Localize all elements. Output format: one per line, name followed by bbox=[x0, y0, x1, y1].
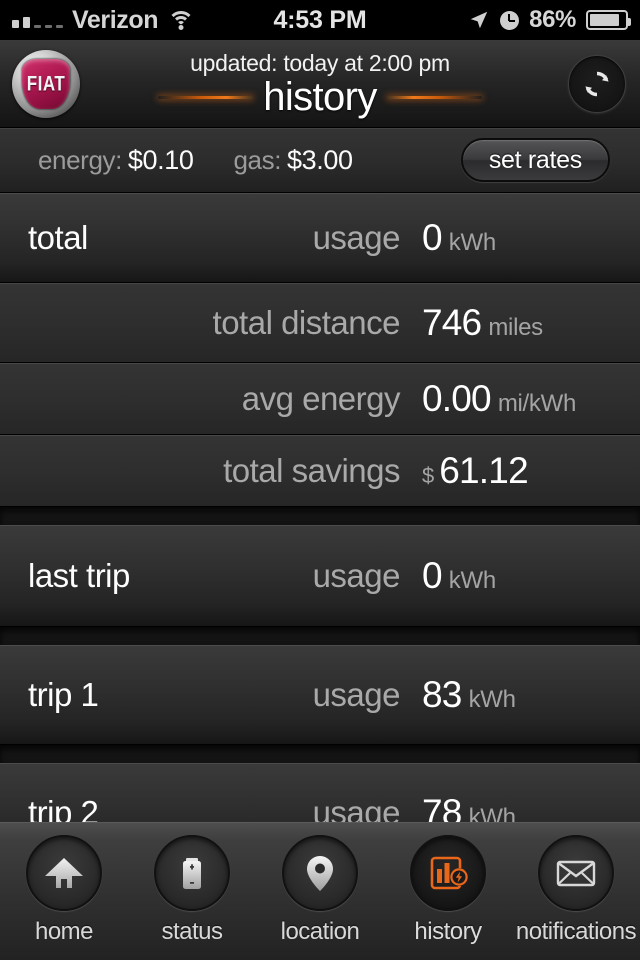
row-value: 78 kWh bbox=[400, 792, 640, 822]
value-unit: miles bbox=[488, 314, 543, 341]
navigation-bar: FIAT updated: today at 2:00 pm history bbox=[0, 40, 640, 128]
tab-label: status bbox=[161, 918, 223, 945]
row-value: 0.00 mi/kWh bbox=[400, 378, 640, 420]
fiat-logo: FIAT bbox=[12, 49, 80, 118]
section-gap bbox=[0, 745, 640, 763]
last-updated-label: updated: today at 2:00 pm bbox=[190, 50, 450, 76]
value-unit: mi/kWh bbox=[497, 390, 577, 417]
value-number: 0.00 bbox=[422, 378, 492, 419]
battery-percent-label: 86% bbox=[529, 6, 576, 33]
value-unit: kWh bbox=[468, 686, 516, 713]
refresh-button[interactable] bbox=[568, 54, 626, 113]
battery-icon bbox=[586, 10, 631, 30]
gas-rate-label: gas: bbox=[233, 144, 282, 175]
carrier-name: Verizon bbox=[72, 5, 159, 34]
row-value: 83 kWh bbox=[400, 674, 640, 716]
refresh-icon bbox=[585, 71, 609, 96]
row-metric-label: usage bbox=[312, 676, 401, 713]
set-rates-button[interactable]: set rates bbox=[460, 138, 610, 182]
battery-icon bbox=[154, 835, 230, 911]
value-unit: kWh bbox=[448, 229, 496, 256]
tab-label: location bbox=[280, 918, 360, 945]
tab-bar: home status location history notifications bbox=[0, 822, 640, 960]
fiat-logo-text: FIAT bbox=[26, 71, 66, 95]
history-row[interactable]: trip 2 usage 78 kWh bbox=[0, 763, 640, 822]
row-metric-label: usage bbox=[312, 557, 401, 594]
currency-symbol: $ bbox=[422, 463, 435, 488]
history-row[interactable]: last trip usage 0 kWh bbox=[0, 525, 640, 627]
row-metric-label: usage bbox=[312, 219, 401, 256]
history-list[interactable]: total usage 0 kWh total distance 746 miles avg … bbox=[0, 193, 640, 822]
energy-rate-value: $0.10 bbox=[127, 144, 194, 175]
tab-history[interactable]: history bbox=[384, 835, 512, 946]
section-gap bbox=[0, 627, 640, 645]
location-arrow-icon bbox=[470, 11, 488, 29]
status-bar-left: Verizon bbox=[12, 5, 195, 35]
status-bar-right: 86% bbox=[468, 6, 631, 34]
section-gap bbox=[0, 507, 640, 525]
value-unit: kWh bbox=[448, 567, 496, 594]
tab-status[interactable]: status bbox=[128, 835, 256, 946]
history-row[interactable]: total distance 746 miles bbox=[0, 283, 640, 363]
tab-notifications[interactable]: notifications bbox=[512, 835, 640, 946]
map-pin-icon bbox=[282, 835, 358, 911]
history-row[interactable]: avg energy 0.00 mi/kWh bbox=[0, 363, 640, 435]
tab-label: history bbox=[414, 918, 482, 945]
rates-bar: energy: $0.10 gas: $3.00 set rates bbox=[0, 128, 640, 193]
row-metric-label: total distance bbox=[212, 304, 401, 341]
title-rule-left bbox=[158, 95, 254, 99]
energy-rate: energy: $0.10 bbox=[38, 145, 194, 176]
history-row[interactable]: total savings $61.12 bbox=[0, 435, 640, 507]
page-title: history bbox=[263, 75, 377, 119]
energy-rate-label: energy: bbox=[38, 144, 122, 175]
tab-location[interactable]: location bbox=[256, 835, 384, 946]
tab-label: notifications bbox=[515, 918, 637, 945]
wifi-icon bbox=[167, 10, 195, 30]
alarm-clock-icon bbox=[500, 10, 520, 30]
tab-home[interactable]: home bbox=[0, 835, 128, 946]
row-value: 0 kWh bbox=[400, 217, 640, 259]
value-number: 78 bbox=[422, 792, 462, 822]
bar-chart-bolt-icon bbox=[410, 835, 486, 911]
signal-strength-icon bbox=[12, 12, 63, 28]
row-metric-label: avg energy bbox=[241, 380, 401, 417]
status-bar: Verizon 4:53 PM 86% bbox=[0, 0, 640, 40]
value-number: 0 bbox=[422, 555, 443, 596]
tab-label: home bbox=[34, 918, 94, 945]
navigation-title-block: updated: today at 2:00 pm history bbox=[0, 50, 640, 117]
row-value: 0 kWh bbox=[400, 555, 640, 597]
value-number: 83 bbox=[422, 674, 462, 715]
row-metric-label: total savings bbox=[223, 452, 400, 489]
value-number: 0 bbox=[422, 217, 443, 258]
row-value: 746 miles bbox=[400, 302, 640, 344]
value-number: 746 bbox=[422, 302, 482, 343]
home-icon bbox=[26, 835, 102, 911]
gas-rate: gas: $3.00 bbox=[233, 144, 354, 176]
value-unit: kWh bbox=[468, 804, 516, 822]
title-rule-right bbox=[386, 95, 482, 99]
envelope-icon bbox=[538, 835, 614, 911]
app-screen: Verizon 4:53 PM 86% FIAT updated: today … bbox=[0, 0, 640, 960]
history-row[interactable]: trip 1 usage 83 kWh bbox=[0, 645, 640, 745]
gas-rate-value: $3.00 bbox=[287, 144, 353, 175]
history-row[interactable]: total usage 0 kWh bbox=[0, 193, 640, 283]
value-number: 61.12 bbox=[439, 450, 528, 491]
row-value: $61.12 bbox=[400, 450, 640, 492]
row-metric-label: usage bbox=[312, 794, 401, 822]
